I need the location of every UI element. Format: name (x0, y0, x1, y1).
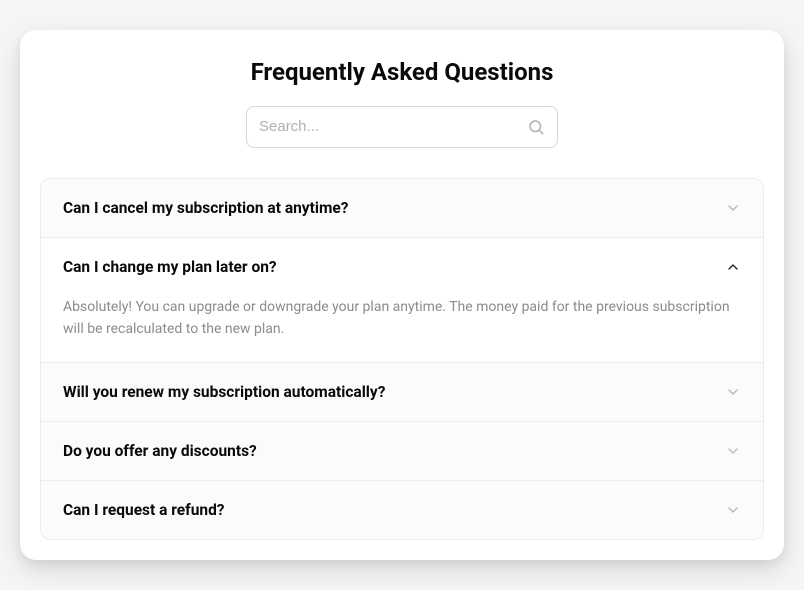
chevron-down-icon (725, 502, 741, 518)
search-wrap (40, 106, 764, 148)
faq-item-header[interactable]: Can I change my plan later on? (41, 238, 763, 296)
faq-item: Can I change my plan later on? Absolutel… (41, 238, 763, 364)
chevron-up-icon (725, 259, 741, 275)
faq-question: Will you renew my subscription automatic… (63, 383, 385, 401)
chevron-down-icon (725, 200, 741, 216)
faq-card: Frequently Asked Questions Can I cancel … (20, 30, 784, 561)
search-input[interactable] (259, 118, 527, 135)
faq-item: Will you renew my subscription automatic… (41, 363, 763, 422)
faq-question: Can I cancel my subscription at anytime? (63, 199, 348, 217)
faq-question: Can I change my plan later on? (63, 258, 277, 276)
search-icon (527, 118, 545, 136)
chevron-down-icon (725, 384, 741, 400)
faq-item-header[interactable]: Can I request a refund? (41, 481, 763, 539)
faq-item-header[interactable]: Do you offer any discounts? (41, 422, 763, 480)
faq-accordion: Can I cancel my subscription at anytime?… (40, 178, 764, 541)
faq-question: Can I request a refund? (63, 501, 225, 519)
search-box[interactable] (246, 106, 558, 148)
page-title: Frequently Asked Questions (40, 58, 764, 86)
faq-question: Do you offer any discounts? (63, 442, 257, 460)
faq-item: Can I cancel my subscription at anytime? (41, 179, 763, 238)
faq-item-header[interactable]: Can I cancel my subscription at anytime? (41, 179, 763, 237)
chevron-down-icon (725, 443, 741, 459)
faq-item: Can I request a refund? (41, 481, 763, 539)
faq-item: Do you offer any discounts? (41, 422, 763, 481)
faq-answer: Absolutely! You can upgrade or downgrade… (41, 296, 763, 363)
faq-item-header[interactable]: Will you renew my subscription automatic… (41, 363, 763, 421)
